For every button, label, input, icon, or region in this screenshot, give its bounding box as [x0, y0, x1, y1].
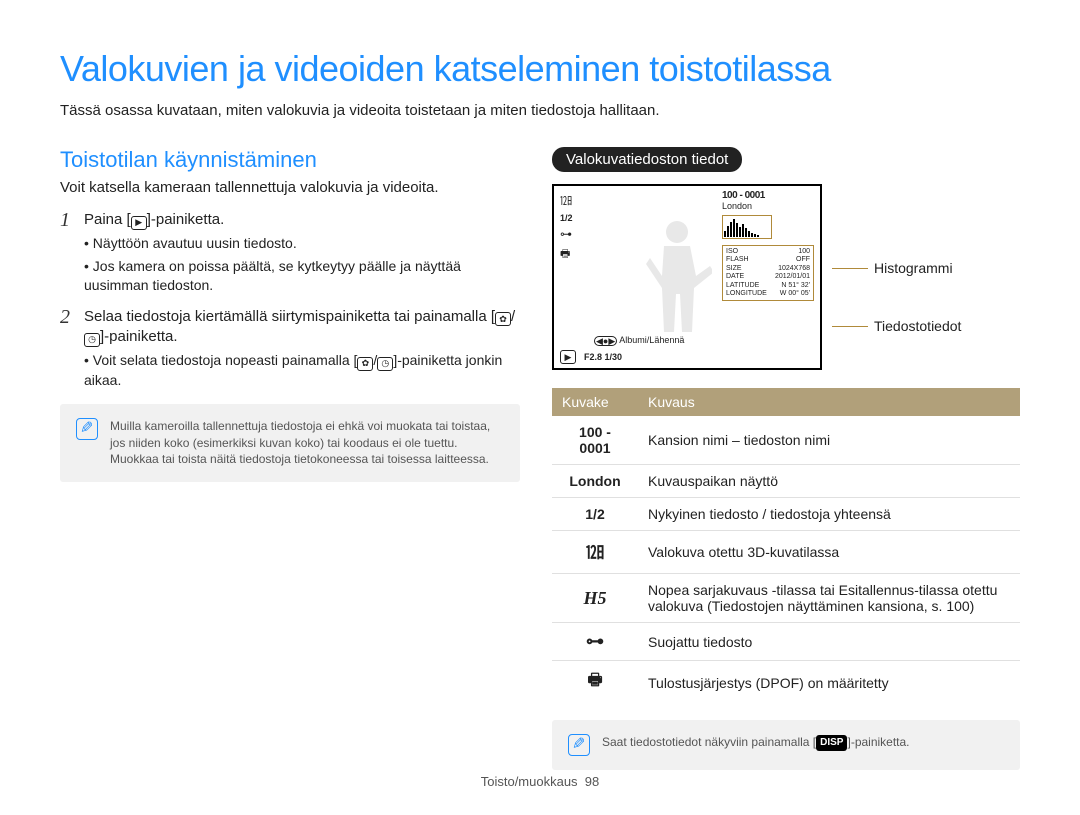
aperture-shutter-text: F2.8 1/30: [584, 352, 622, 362]
left-column: Toistotilan käynnistäminen Voit katsella…: [60, 147, 520, 770]
step-number: 2: [60, 307, 76, 348]
desc: Kuvauspaikan näyttö: [638, 465, 1020, 498]
table-head-icon: Kuvake: [552, 388, 638, 416]
step2-pre: Selaa tiedostoja kiertämällä siirtymispa…: [84, 308, 495, 325]
step2-sub-pre: Voit selata tiedostoja nopeasti painamal…: [93, 352, 358, 368]
desc: Nykyinen tiedosto / tiedostoja yhteensä: [638, 498, 1020, 531]
page-footer: Toisto/muokkaus 98: [0, 774, 1080, 789]
note-pre: Saat tiedostotiedot näkyviin painamalla …: [602, 735, 816, 749]
table-row: H5 Nopea sarjakuvaus -tilassa tai Esitall…: [552, 574, 1020, 623]
icon-location: London: [552, 465, 638, 498]
table-row: Tulostusjärjestys (DPOF) on määritetty: [552, 661, 1020, 705]
table-head-desc: Kuvaus: [638, 388, 1020, 416]
note-text: Muilla kameroilla tallennettuja tiedosto…: [110, 418, 504, 468]
disp-button-icon: DISP: [816, 735, 847, 751]
desc: Kansion nimi – tiedoston nimi: [638, 416, 1020, 465]
photo-file-info-pill: Valokuvatiedoston tiedot: [552, 147, 742, 172]
desc: Suojattu tiedosto: [638, 623, 1020, 661]
step2-post: ]-painiketta.: [100, 328, 178, 345]
page-title: Valokuvien ja videoiden katseleminen toi…: [60, 48, 1020, 90]
screen-with-callouts: ㏫ 1/2 ⊶ 🖶 100 - 0001 London: [552, 184, 1020, 370]
table-row: 1/2Nykyinen tiedosto / tiedostoja yhteen…: [552, 498, 1020, 531]
note-icon: [76, 418, 98, 440]
three-d-icon: [552, 531, 638, 574]
icon-counter: 1/2: [552, 498, 638, 531]
timer-icon: ◷: [84, 333, 100, 347]
counter-icon: 1/2: [560, 213, 573, 223]
desc: Tulostusjärjestys (DPOF) on määritetty: [638, 661, 1020, 705]
burst-icon: H5: [583, 588, 606, 608]
timer-icon: ◷: [377, 357, 393, 371]
step-number: 1: [60, 210, 76, 230]
desc: Valokuva otettu 3D-kuvatilassa: [638, 531, 1020, 574]
macro-icon: ✿: [495, 312, 511, 326]
note-box: Muilla kameroilla tallennettuja tiedosto…: [60, 404, 520, 482]
lock-icon: [552, 623, 638, 661]
location-name: London: [722, 201, 814, 211]
album-zoom-label: ◀●▶ Albumi/Lähennä: [594, 335, 684, 347]
step1-sub2: Jos kamera on poissa päältä, se kytkeyty…: [84, 257, 520, 295]
step1-post: ]-painiketta.: [147, 211, 225, 228]
person-silhouette-icon: [642, 216, 712, 336]
footer-section: Toisto/muokkaus: [481, 774, 578, 789]
printer-icon: [552, 661, 638, 705]
note-post: ]-painiketta.: [847, 735, 909, 749]
section-lead: Voit katsella kameraan tallennettuja val…: [60, 179, 520, 196]
page: Valokuvien ja videoiden katseleminen toi…: [0, 0, 1080, 770]
callout-histogram: Histogrammi: [874, 260, 953, 276]
histogram-box: [722, 215, 772, 239]
macro-icon: ✿: [357, 357, 373, 371]
note-box-right: Saat tiedostotiedot näkyviin painamalla …: [552, 720, 1020, 770]
table-row: Suojattu tiedosto: [552, 623, 1020, 661]
three-d-icon: ㏫: [560, 192, 573, 209]
note-icon: [568, 734, 590, 756]
step1-sub1: Näyttöön avautuu uusin tiedosto.: [84, 234, 520, 253]
icon-folder-file: 100 - 0001: [552, 416, 638, 465]
file-meta-box: ISO100 FLASHOFF SIZE1024X768 DATE2012/01…: [722, 245, 814, 301]
screen-bottom-bar: ▶ F2.8 1/30: [560, 350, 814, 364]
lock-indicator-icon: ⊶: [560, 227, 573, 241]
section-heading: Toistotilan käynnistäminen: [60, 147, 520, 173]
step1-pre: Paina [: [84, 211, 131, 228]
columns: Toistotilan käynnistäminen Voit katsella…: [60, 147, 1020, 770]
intro-text: Tässä osassa kuvataan, miten valokuvia j…: [60, 102, 1020, 119]
table-row: Valokuva otettu 3D-kuvatilassa: [552, 531, 1020, 574]
screen-side-icons: ㏫ 1/2 ⊶ 🖶: [560, 192, 573, 264]
screen-top-right: 100 - 0001 London ISO100 FLASHOFF SIZE10…: [722, 190, 814, 301]
step-2: 2 Selaa tiedostoja kiertämällä siirtymis…: [60, 307, 520, 348]
print-indicator-icon: 🖶: [560, 245, 573, 264]
play-button-icon: ▶: [131, 216, 147, 230]
callout-fileinfo: Tiedostotiedot: [874, 318, 961, 334]
step-1: 1 Paina [▶]-painiketta.: [60, 210, 520, 230]
step-2-sublist: Voit selata tiedostoja nopeasti painamal…: [84, 351, 520, 389]
desc: Nopea sarjakuvaus -tilassa tai Esitallen…: [638, 574, 1020, 623]
table-row: LondonKuvauspaikan näyttö: [552, 465, 1020, 498]
table-row: 100 - 0001Kansion nimi – tiedoston nimi: [552, 416, 1020, 465]
right-column: Valokuvatiedoston tiedot ㏫ 1/2 ⊶ 🖶 100 -…: [552, 147, 1020, 770]
footer-page-number: 98: [585, 774, 599, 789]
callouts: Histogrammi Tiedostotiedot: [832, 184, 961, 370]
play-mode-icon: ▶: [560, 350, 576, 364]
step-1-sublist: Näyttöön avautuu uusin tiedosto. Jos kam…: [84, 234, 520, 295]
camera-screen-preview: ㏫ 1/2 ⊶ 🖶 100 - 0001 London: [552, 184, 822, 370]
icon-legend-table: Kuvake Kuvaus 100 - 0001Kansion nimi – t…: [552, 388, 1020, 704]
folder-file-number: 100 - 0001: [722, 190, 814, 201]
